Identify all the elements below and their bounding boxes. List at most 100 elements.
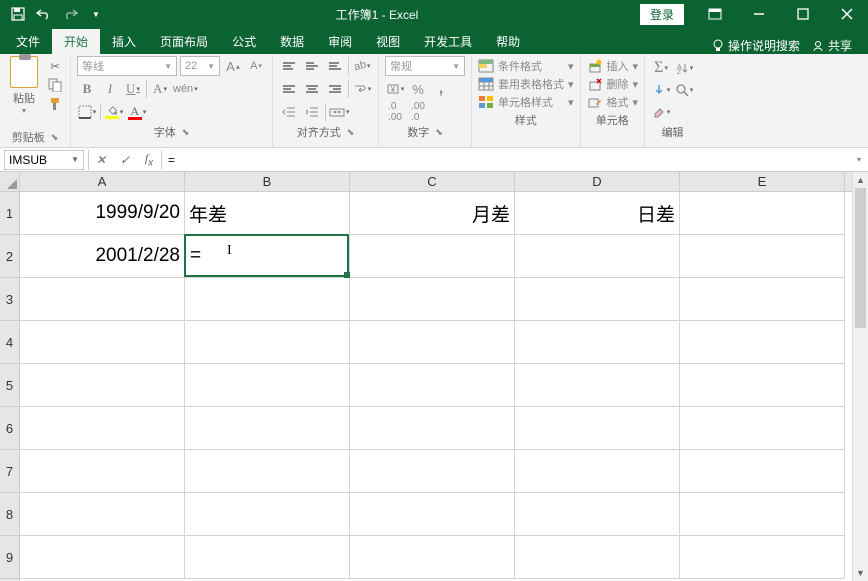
col-header-C[interactable]: C [350,172,515,191]
border-button[interactable]: ▾ [77,102,97,122]
cell-A6[interactable] [20,407,185,450]
decrease-indent-button[interactable] [279,102,299,122]
cell-C1[interactable]: 月差 [350,192,515,235]
formula-input[interactable]: = [162,153,850,167]
tab-insert[interactable]: 插入 [100,29,148,54]
col-header-E[interactable]: E [680,172,845,191]
sort-filter-button[interactable]: AZ▾ [674,58,694,78]
merge-button[interactable]: ▾ [329,102,350,122]
wrap-text-button[interactable]: ▾ [352,79,372,99]
row-header-1[interactable]: 1 [0,192,19,235]
cell-D9[interactable] [515,536,680,579]
conditional-format-button[interactable]: 条件格式▾ [478,58,574,74]
align-center-button[interactable] [302,79,322,99]
insert-cells-button[interactable]: 插入▾ [587,58,639,74]
align-bottom-button[interactable] [325,56,345,76]
cell-B9[interactable] [185,536,350,579]
format-as-table-button[interactable]: 套用表格格式▾ [478,76,574,92]
ribbon-options-button[interactable] [694,0,736,28]
cell-E7[interactable] [680,450,845,493]
cell-E1[interactable] [680,192,845,235]
cell-D8[interactable] [515,493,680,536]
close-button[interactable] [826,0,868,28]
align-left-button[interactable] [279,79,299,99]
accounting-format-button[interactable]: ¥▾ [385,79,405,99]
row-header-9[interactable]: 9 [0,536,19,579]
name-box[interactable]: IMSUB ▼ [4,150,84,170]
cut-button[interactable]: ✂ [46,58,64,74]
cell-D5[interactable] [515,364,680,407]
align-launcher[interactable]: ⬊ [347,127,355,138]
minimize-button[interactable] [738,0,780,28]
cell-D4[interactable] [515,321,680,364]
row-header-4[interactable]: 4 [0,321,19,364]
tell-me-search[interactable]: 操作说明搜索 [712,37,800,54]
format-cells-button[interactable]: 格式▾ [587,94,639,110]
cell-styles-button[interactable]: 单元格样式▾ [478,94,574,110]
tab-help[interactable]: 帮助 [484,29,532,54]
cell-A2[interactable]: 2001/2/28 [20,235,185,278]
insert-function-button[interactable]: fx [137,150,161,170]
col-header-B[interactable]: B [185,172,350,191]
login-button[interactable]: 登录 [640,4,684,25]
col-header-A[interactable]: A [20,172,185,191]
decrease-font-button[interactable]: A▾ [246,56,266,76]
fill-button[interactable]: ▾ [651,80,671,100]
cell-B4[interactable] [185,321,350,364]
tab-view[interactable]: 视图 [364,29,412,54]
phonetic-button[interactable]: wén▾ [173,79,198,99]
cell-B1[interactable]: 年差 [185,192,350,235]
cell-D3[interactable] [515,278,680,321]
row-header-3[interactable]: 3 [0,278,19,321]
increase-font-button[interactable]: A▴ [223,56,243,76]
autosum-button[interactable]: Σ▾ [651,58,671,78]
cell-C9[interactable] [350,536,515,579]
save-button[interactable] [8,4,28,24]
cancel-formula-button[interactable]: ✕ [89,150,113,170]
cell-B6[interactable] [185,407,350,450]
bold-button[interactable]: B [77,79,97,99]
row-header-8[interactable]: 8 [0,493,19,536]
decrease-decimal-button[interactable]: .00.0 [408,102,428,122]
font-a-button[interactable]: A▾ [150,79,170,99]
row-header-2[interactable]: 2 [0,235,19,278]
tab-review[interactable]: 审阅 [316,29,364,54]
tab-home[interactable]: 开始 [52,29,100,54]
cell-E8[interactable] [680,493,845,536]
cell-D6[interactable] [515,407,680,450]
cell-E2[interactable] [680,235,845,278]
align-right-button[interactable] [325,79,345,99]
tab-pagelayout[interactable]: 页面布局 [148,29,220,54]
increase-decimal-button[interactable]: .0.00 [385,102,405,122]
font-launcher[interactable]: ⬊ [182,127,190,138]
clipboard-launcher[interactable]: ⬊ [51,132,59,143]
scroll-thumb[interactable] [855,188,866,328]
cell-C3[interactable] [350,278,515,321]
cell-C7[interactable] [350,450,515,493]
cell-C6[interactable] [350,407,515,450]
paste-button[interactable]: 粘贴 ▼ [6,56,42,115]
cell-A3[interactable] [20,278,185,321]
redo-button[interactable] [60,4,80,24]
share-button[interactable]: 共享 [812,37,852,54]
increase-indent-button[interactable] [302,102,322,122]
cell-B2[interactable] [185,235,350,278]
cell-A9[interactable] [20,536,185,579]
undo-button[interactable] [34,4,54,24]
cell-C5[interactable] [350,364,515,407]
enter-formula-button[interactable]: ✓ [113,150,137,170]
comma-button[interactable]: , [431,79,451,99]
percent-button[interactable]: % [408,79,428,99]
underline-button[interactable]: U▾ [123,79,143,99]
number-launcher[interactable]: ⬊ [435,127,443,138]
tab-formulas[interactable]: 公式 [220,29,268,54]
font-color-button[interactable]: A▾ [127,102,147,122]
cell-B3[interactable] [185,278,350,321]
maximize-button[interactable] [782,0,824,28]
cell-E3[interactable] [680,278,845,321]
row-header-5[interactable]: 5 [0,364,19,407]
tab-developer[interactable]: 开发工具 [412,29,484,54]
cell-C2[interactable] [350,235,515,278]
cell-C4[interactable] [350,321,515,364]
cell-C8[interactable] [350,493,515,536]
